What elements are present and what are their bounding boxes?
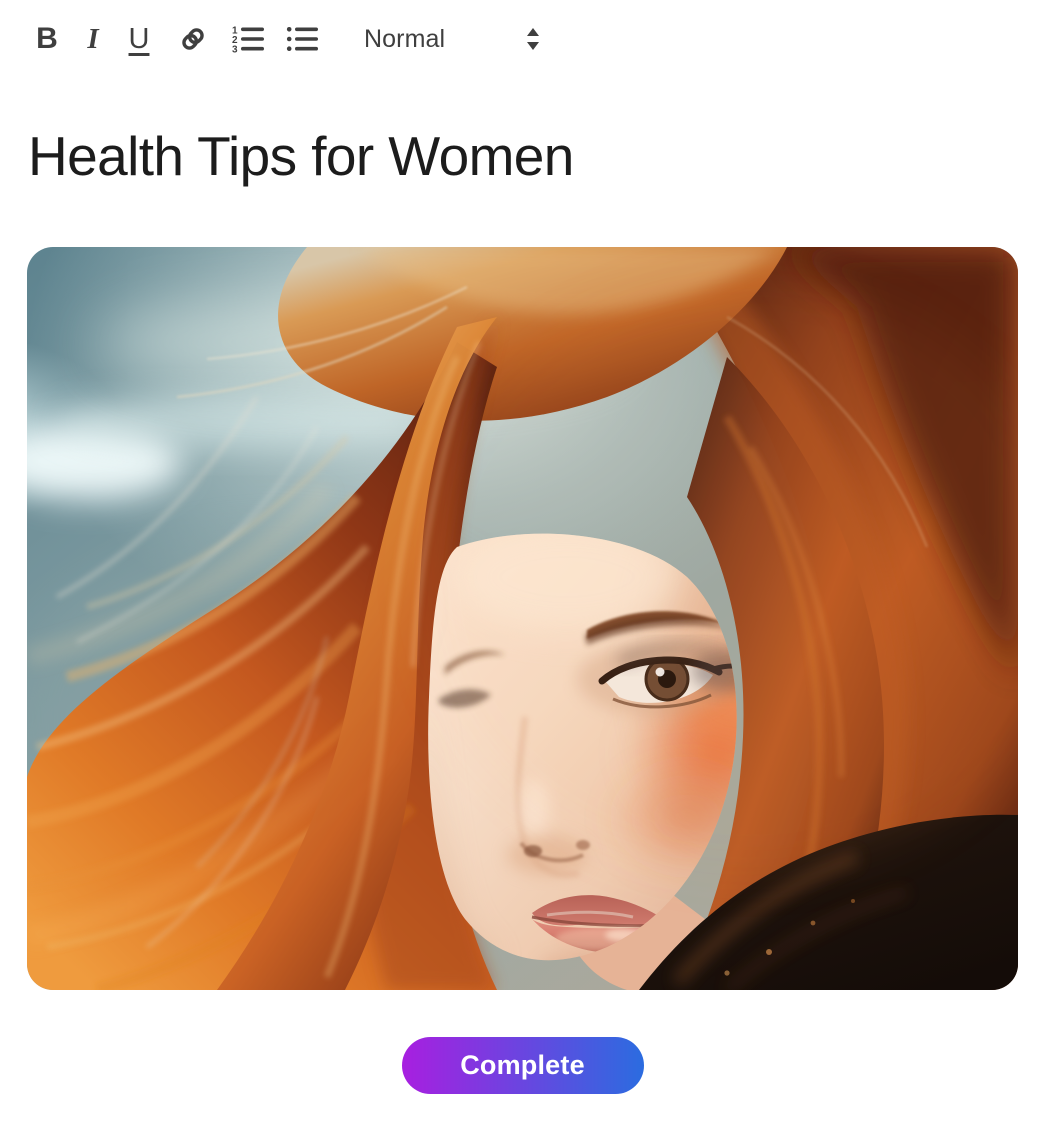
article-hero-image[interactable]: Portrait of a woman with long flowing co… (27, 247, 1018, 990)
bold-icon: B (36, 22, 58, 55)
ordered-list-icon: 1 2 3 (232, 23, 266, 55)
link-button[interactable] (170, 16, 216, 62)
paragraph-style-select[interactable]: Normal (364, 16, 543, 62)
page-title[interactable]: Health Tips for Women (0, 127, 574, 186)
complete-button[interactable]: Complete (401, 1037, 644, 1094)
italic-button[interactable]: I (70, 16, 116, 62)
footer-actions: Complete (0, 1037, 1045, 1094)
bullet-list-icon (286, 23, 320, 55)
link-icon (177, 23, 209, 55)
svg-text:3: 3 (232, 45, 238, 56)
italic-icon: I (87, 22, 99, 55)
bullet-list-button[interactable] (280, 16, 326, 62)
bold-button[interactable]: B (24, 16, 70, 62)
underline-button[interactable]: U (116, 16, 162, 62)
chevron-up-down-icon (523, 23, 543, 55)
paragraph-style-value: Normal (364, 24, 446, 53)
editor-toolbar: B I U 1 2 3 Normal (0, 0, 1045, 78)
portrait-illustration: Portrait of a woman with long flowing co… (27, 247, 1018, 990)
ordered-list-button[interactable]: 1 2 3 (226, 16, 272, 62)
underline-icon: U (128, 22, 150, 55)
